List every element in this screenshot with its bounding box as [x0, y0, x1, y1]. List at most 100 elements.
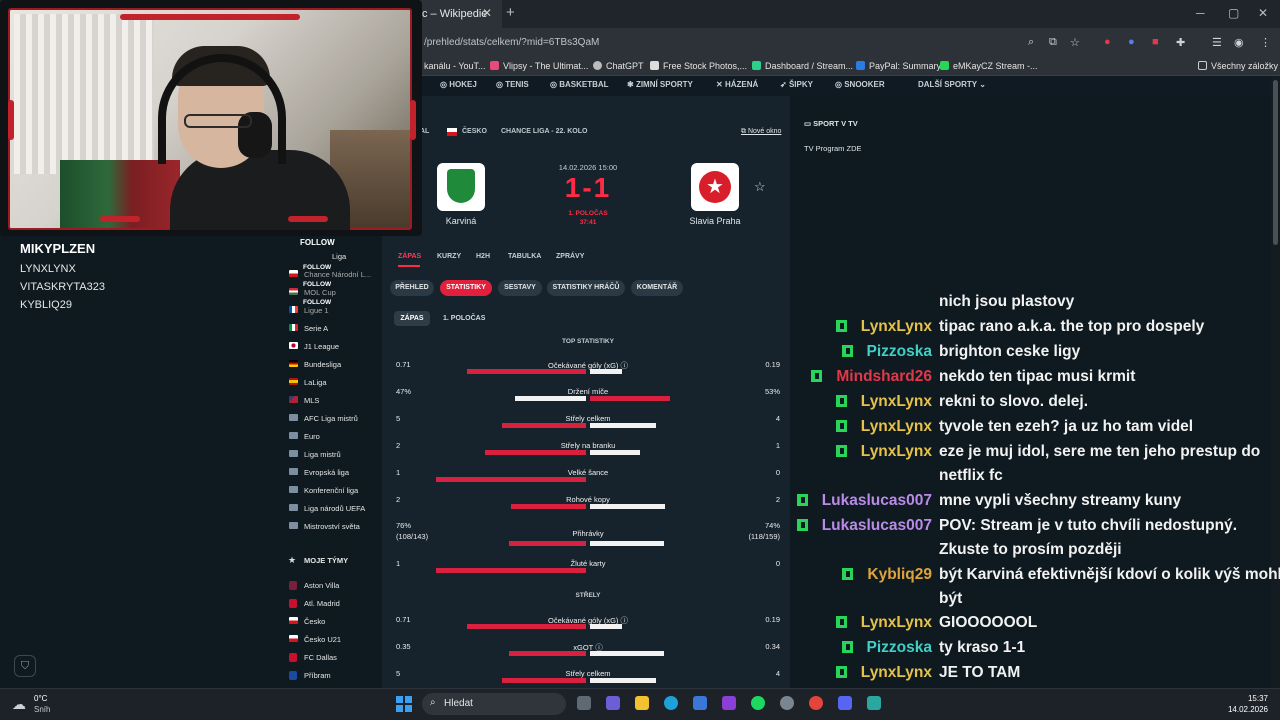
file-explorer-icon[interactable] [635, 696, 649, 710]
app-icon[interactable] [722, 696, 736, 710]
chat-username[interactable]: Mindshard26 [836, 368, 932, 385]
bookmark-item[interactable]: Vlipsy - The Ultimat... [490, 61, 588, 71]
team-item[interactable]: Příbram [304, 671, 331, 680]
shield-icon[interactable]: ⛉ [14, 655, 36, 677]
favorite-star-icon[interactable]: ☆ [754, 179, 766, 195]
chat-username[interactable]: LynxLynx [861, 418, 932, 435]
nav-tenis[interactable]: ◎ TENIS [496, 80, 529, 89]
extensions-puzzle-icon[interactable]: ✚ [1176, 36, 1185, 49]
tab-tabulka[interactable]: TABULKA [508, 253, 541, 260]
league-item[interactable]: AFC Liga mistrů [304, 414, 358, 423]
chat-username[interactable]: Pizzoska [867, 639, 932, 656]
url-field[interactable]: /prehled/stats/celkem/?mid=6TBs3QaM [424, 37, 599, 48]
task-view-icon[interactable] [577, 696, 591, 710]
bookmark-item[interactable]: eMKayCZ Stream -... [940, 61, 1038, 71]
league-item[interactable]: Euro [304, 432, 320, 441]
bookmark-star-icon[interactable]: ☆ [1070, 36, 1080, 49]
chat-username[interactable]: LynxLynx [861, 664, 932, 681]
store-icon[interactable] [693, 696, 707, 710]
menu-icon[interactable]: ⋮ [1260, 36, 1271, 49]
bookmark-item[interactable]: ChatGPT [593, 61, 644, 71]
team-item[interactable]: Aston Villa [304, 581, 339, 590]
profile-avatar-icon[interactable]: ◉ [1234, 36, 1244, 49]
away-team-name[interactable]: Slavia Praha [675, 216, 755, 226]
nav-hokej[interactable]: ◎ HOKEJ [440, 80, 477, 89]
league-item[interactable]: Liga [332, 252, 346, 261]
edge-icon[interactable] [664, 696, 678, 710]
league-item[interactable]: Ligue 1 [304, 306, 329, 315]
league-item[interactable]: Mistrovství světa [304, 522, 360, 531]
nav-sipky[interactable]: ➶ ŠIPKY [780, 80, 813, 89]
league-item[interactable]: MOL Cup [304, 288, 336, 297]
breadcrumb-country[interactable]: ČESKO [462, 128, 487, 135]
team-item[interactable]: Česko U21 [304, 635, 341, 644]
extension-icon[interactable]: ● [1128, 36, 1135, 48]
tab-close-icon[interactable]: ✕ [482, 6, 492, 20]
league-item[interactable]: LaLiga [304, 378, 327, 387]
chat-username[interactable]: Lukaslucas007 [822, 492, 932, 509]
install-icon[interactable]: ⧉ [1049, 36, 1057, 49]
pill-statistiky-hracu[interactable]: STATISTIKY HRÁČŮ [547, 280, 625, 296]
team-item[interactable]: FC Dallas [304, 653, 337, 662]
league-item[interactable]: Serie A [304, 324, 328, 333]
league-item[interactable]: Evropská liga [304, 468, 349, 477]
league-item[interactable]: Liga národů UEFA [304, 504, 365, 513]
nav-snooker[interactable]: ◎ SNOOKER [835, 80, 885, 89]
bookmark-item[interactable]: PayPal: Summary [856, 61, 941, 71]
league-item[interactable]: Chance Národní L... [304, 270, 371, 279]
scrollbar-thumb[interactable] [1273, 80, 1278, 245]
bookmark-item[interactable]: Free Stock Photos,... [650, 61, 747, 71]
tv-program-link[interactable]: TV Program ZDE [804, 144, 862, 153]
league-item[interactable]: J1 League [304, 342, 339, 351]
nav-basketbal[interactable]: ◎ BASKETBAL [550, 80, 609, 89]
maximize-icon[interactable]: ▢ [1228, 6, 1239, 20]
weather-temp[interactable]: 0°C [34, 694, 47, 703]
weather-condition[interactable]: Sníh [34, 705, 50, 714]
team-item[interactable]: Česko [304, 617, 325, 626]
chrome-icon[interactable] [809, 696, 823, 710]
extension-icon[interactable]: ● [1104, 36, 1111, 48]
league-item[interactable]: Konferenční liga [304, 486, 358, 495]
obs-icon[interactable] [780, 696, 794, 710]
pill-statistiky[interactable]: STATISTIKY [440, 280, 492, 296]
extension-icon[interactable]: ■ [1152, 36, 1159, 48]
new-window-link[interactable]: ⧉ Nové okno [741, 128, 781, 136]
spotify-icon[interactable] [751, 696, 765, 710]
chat-username[interactable]: LynxLynx [861, 393, 932, 410]
chat-username[interactable]: Pizzoska [867, 343, 932, 360]
bookmark-item[interactable]: Dashboard / Stream... [752, 61, 853, 71]
chat-username[interactable]: Kyblіq29 [867, 566, 932, 583]
tab-zapas[interactable]: ZÁPAS [398, 253, 421, 260]
home-team-logo[interactable] [437, 163, 485, 211]
pill-komentar[interactable]: KOMENTÁŘ [631, 280, 683, 296]
pill-sestavy[interactable]: SESTAVY [498, 280, 542, 296]
taskbar-search[interactable]: Hledat [422, 693, 566, 715]
tab-h2h[interactable]: H2H [476, 253, 490, 260]
windows-start-icon[interactable] [396, 696, 412, 712]
chat-username[interactable]: LynxLynx [861, 443, 932, 460]
league-item[interactable]: Bundesliga [304, 360, 341, 369]
nav-zimni-sporty[interactable]: ✱ ZIMNÍ SPORTY [627, 80, 693, 89]
bookmark-item[interactable]: kanálu - YouT... [424, 61, 486, 71]
pill-prehled[interactable]: PŘEHLED [390, 280, 434, 296]
home-team-name[interactable]: Karviná [421, 216, 501, 226]
minimize-icon[interactable]: ─ [1196, 6, 1205, 20]
app-icon[interactable] [867, 696, 881, 710]
reading-list-icon[interactable]: ☰ [1212, 36, 1222, 49]
tab-kurzy[interactable]: KURZY [437, 253, 461, 260]
period-tab-zapas[interactable]: ZÁPAS [394, 311, 430, 326]
league-item[interactable]: Liga mistrů [304, 450, 341, 459]
discord-icon[interactable] [838, 696, 852, 710]
close-window-icon[interactable]: ✕ [1258, 6, 1268, 20]
breadcrumb-competition[interactable]: CHANCE LIGA - 22. KOLO [501, 128, 587, 135]
period-tab-first-half[interactable]: 1. POLOČAS [443, 315, 485, 322]
search-page-icon[interactable]: ⌕ [1028, 36, 1034, 49]
away-team-logo[interactable]: ★ [691, 163, 739, 211]
chat-username[interactable]: LynxLynx [861, 614, 932, 631]
clock-date[interactable]: 14.02.2026 [1222, 705, 1268, 714]
teams-icon[interactable] [606, 696, 620, 710]
nav-dalsi-sporty[interactable]: DALŠÍ SPORTY ⌄ [918, 80, 986, 89]
league-item[interactable]: MLS [304, 396, 319, 405]
chat-username[interactable]: Lukaslucas007 [822, 517, 932, 534]
all-bookmarks[interactable]: Všechny záložky [1198, 61, 1278, 71]
